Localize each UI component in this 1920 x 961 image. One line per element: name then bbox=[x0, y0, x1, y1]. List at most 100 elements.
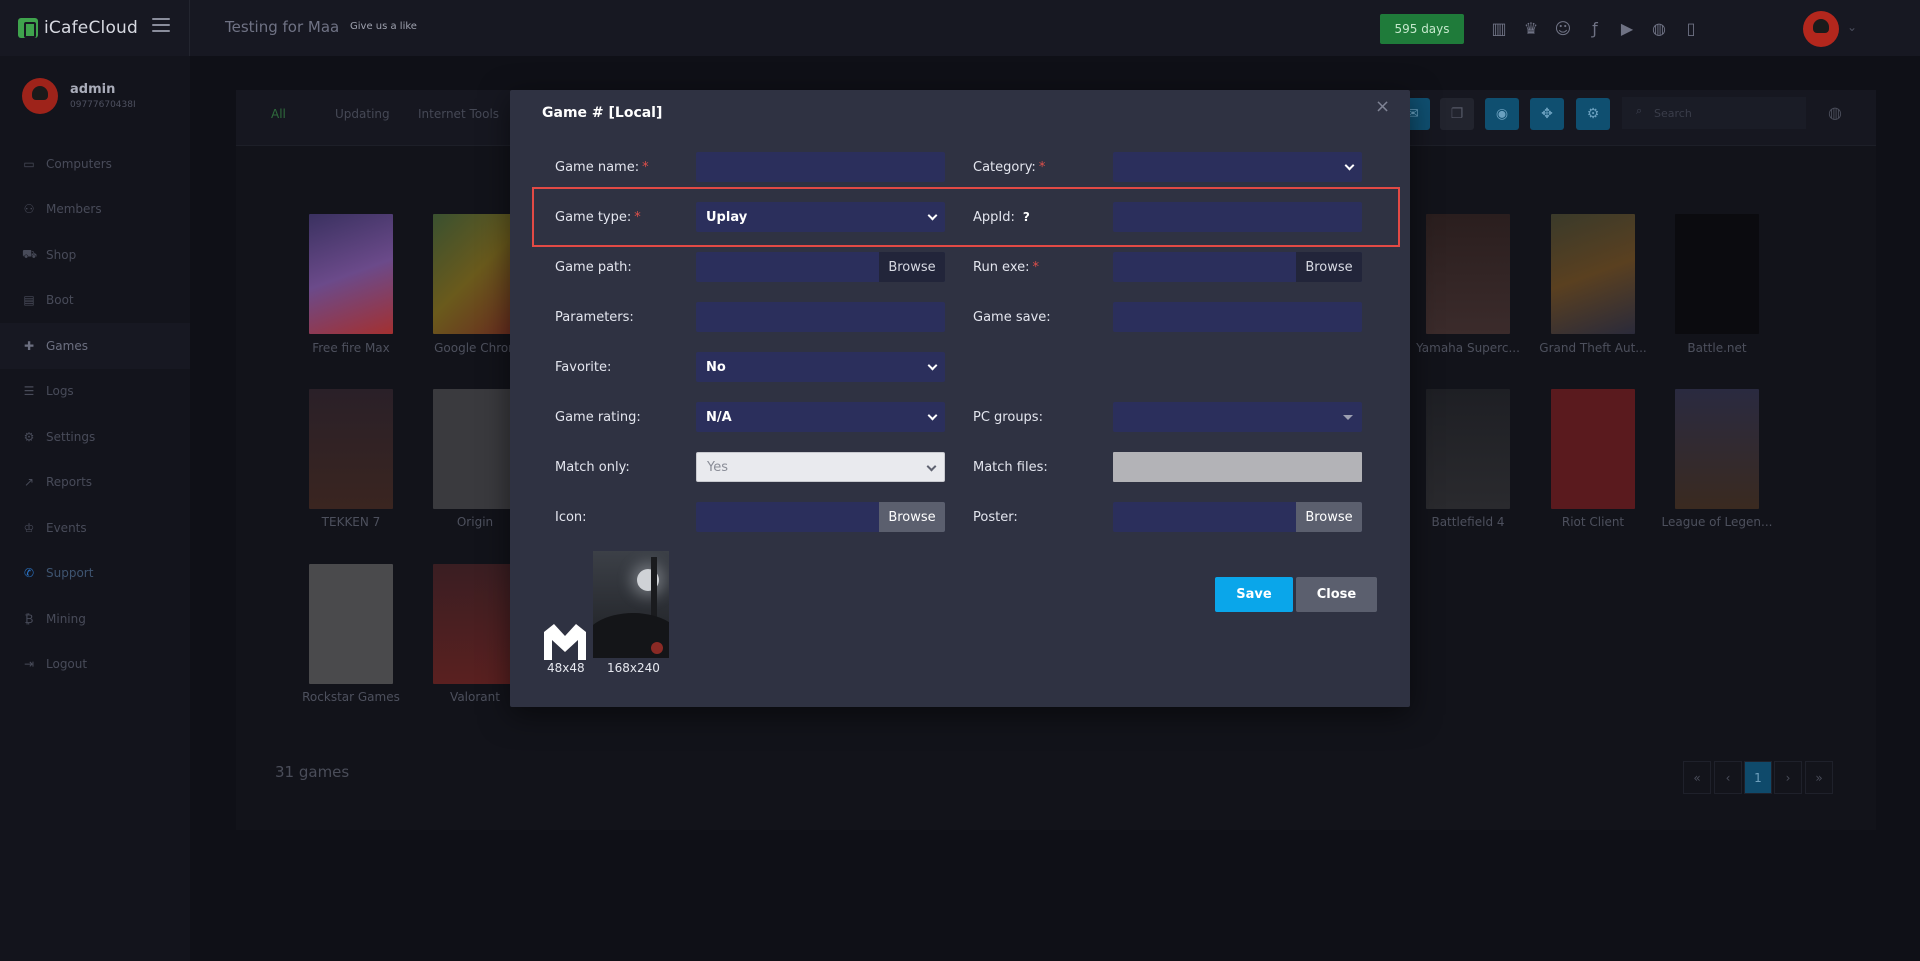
chevron-down-icon bbox=[1344, 160, 1355, 171]
favorite-select[interactable]: No bbox=[696, 352, 945, 382]
user-name: admin bbox=[70, 82, 116, 97]
parameters-input[interactable] bbox=[696, 302, 945, 332]
sidebar-item-computers[interactable]: ▭ Computers bbox=[0, 141, 190, 187]
pager-first[interactable]: « bbox=[1683, 761, 1711, 794]
tab-updating[interactable]: Updating bbox=[335, 107, 390, 121]
sidebar-item-logout[interactable]: ⇥ Logout bbox=[0, 642, 190, 688]
sidebar-item-logs[interactable]: ☰ Logs bbox=[0, 369, 190, 415]
run-exe-browse-button[interactable]: Browse bbox=[1296, 252, 1362, 282]
game-poster-valorant[interactable] bbox=[433, 564, 517, 684]
discord-icon[interactable]: ☺ bbox=[1552, 17, 1574, 39]
sidebar-item-settings[interactable]: ⚙ Settings bbox=[0, 414, 190, 460]
match-files-label: Match files: bbox=[973, 460, 1048, 475]
close-icon[interactable]: × bbox=[1375, 96, 1390, 117]
game-poster-google-chrome[interactable] bbox=[433, 214, 517, 334]
sidebar-item-members[interactable]: ⚇ Members bbox=[0, 187, 190, 233]
eye-icon[interactable]: ◉ bbox=[1485, 98, 1519, 130]
pager-next[interactable]: › bbox=[1774, 761, 1802, 794]
like-link[interactable]: Give us a like bbox=[350, 21, 417, 32]
game-poster-tekken[interactable] bbox=[309, 389, 393, 509]
pager-prev[interactable]: ‹ bbox=[1714, 761, 1742, 794]
game-poster-battlefield[interactable] bbox=[1426, 389, 1510, 509]
trophy-icon[interactable]: ♛ bbox=[1520, 17, 1542, 39]
gear-icon: ⚙ bbox=[23, 429, 35, 444]
game-path-browse-button[interactable]: Browse bbox=[879, 252, 945, 282]
sidebar-item-label: Games bbox=[46, 338, 88, 353]
game-path-input[interactable]: Browse bbox=[696, 252, 945, 282]
required-mark: * bbox=[642, 160, 649, 175]
hamburger-menu-icon[interactable] bbox=[152, 18, 170, 34]
sidebar-item-label: Computers bbox=[46, 156, 112, 171]
page-title: Testing for Maa bbox=[225, 18, 340, 36]
category-select[interactable] bbox=[1113, 152, 1362, 182]
youtube-icon[interactable]: ▶ bbox=[1616, 17, 1638, 39]
sidebar-item-events[interactable]: ♔ Events bbox=[0, 505, 190, 551]
brand[interactable]: iCafeCloud bbox=[18, 18, 138, 38]
chevron-down-icon bbox=[926, 461, 937, 472]
copy-icon[interactable]: ❐ bbox=[1440, 98, 1474, 130]
book-icon[interactable]: ▯ bbox=[1680, 17, 1702, 39]
match-only-select[interactable]: Yes bbox=[696, 452, 945, 482]
required-mark: * bbox=[1038, 160, 1046, 175]
game-poster-origin[interactable] bbox=[433, 389, 517, 509]
search-icon: ⌕ bbox=[1636, 104, 1643, 117]
save-button[interactable]: Save bbox=[1215, 577, 1293, 612]
pc-groups-label: PC groups: bbox=[973, 410, 1043, 425]
help-icon[interactable]: ? bbox=[1023, 210, 1030, 224]
cart-icon: ⛟ bbox=[22, 246, 38, 261]
sidebar-item-boot[interactable]: ▤ Boot bbox=[0, 278, 190, 324]
poster-tower bbox=[651, 557, 657, 617]
pager-current[interactable]: 1 bbox=[1744, 761, 1772, 794]
users-icon: ⚇ bbox=[23, 202, 35, 217]
sidebar-item-games[interactable]: ✚ Games bbox=[0, 323, 190, 369]
sidebar-item-label: Reports bbox=[46, 475, 93, 490]
icon-input[interactable]: Browse bbox=[696, 502, 945, 532]
pager-last[interactable]: » bbox=[1805, 761, 1833, 794]
game-poster-rockstar[interactable] bbox=[309, 564, 393, 684]
chevron-down-icon bbox=[927, 360, 938, 371]
poster-input[interactable]: Browse bbox=[1113, 502, 1362, 532]
sidebar-item-shop[interactable]: ⛟ Shop bbox=[0, 232, 190, 278]
game-title: Grand Theft Aut... bbox=[1539, 341, 1647, 355]
globe-icon[interactable]: ◍ bbox=[1648, 17, 1670, 39]
icon-browse-button[interactable]: Browse bbox=[879, 502, 945, 532]
header-icon-group: ▥ ♛ ☺ ƒ ▶ ◍ ▯ bbox=[1488, 17, 1702, 39]
license-days-badge[interactable]: 595 days bbox=[1380, 14, 1464, 44]
tab-all[interactable]: All bbox=[271, 107, 286, 121]
appid-input[interactable] bbox=[1113, 202, 1362, 232]
run-exe-input[interactable]: Browse bbox=[1113, 252, 1362, 282]
game-poster-riot[interactable] bbox=[1551, 389, 1635, 509]
caret-down-icon bbox=[1343, 415, 1353, 420]
tab-internet-tools[interactable]: Internet Tools bbox=[418, 107, 499, 121]
sidebar-item-label: Settings bbox=[46, 429, 96, 444]
game-poster-free-fire[interactable] bbox=[309, 214, 393, 334]
sidebar-item-label: Shop bbox=[46, 247, 77, 262]
pc-groups-select[interactable] bbox=[1113, 402, 1362, 432]
language-globe-icon[interactable]: ◍ bbox=[1828, 103, 1842, 122]
close-button[interactable]: Close bbox=[1296, 577, 1377, 612]
poster-size-caption: 168x240 bbox=[607, 661, 660, 675]
facebook-icon[interactable]: ƒ bbox=[1584, 17, 1606, 39]
sidebar-item-reports[interactable]: ↗ Reports bbox=[0, 460, 190, 506]
game-poster-yamaha[interactable] bbox=[1426, 214, 1510, 334]
game-poster-league[interactable] bbox=[1675, 389, 1759, 509]
game-poster-gta[interactable] bbox=[1551, 214, 1635, 334]
header-avatar[interactable] bbox=[1803, 11, 1839, 47]
game-type-select[interactable]: Uplay bbox=[696, 202, 945, 232]
user-profile[interactable]: admin 09777670438I bbox=[22, 78, 136, 114]
poster-browse-button[interactable]: Browse bbox=[1296, 502, 1362, 532]
leaderboard-icon[interactable]: ▥ bbox=[1488, 17, 1510, 39]
appid-label: AppId:? bbox=[973, 210, 1030, 225]
settings-tool-icon[interactable]: ⚙ bbox=[1576, 98, 1610, 130]
sidebar-item-label: Boot bbox=[46, 293, 74, 308]
game-save-input[interactable] bbox=[1113, 302, 1362, 332]
sidebar-item-support[interactable]: ✆ Support bbox=[0, 551, 190, 597]
game-title: TEKKEN 7 bbox=[321, 515, 381, 529]
search-input[interactable]: Search bbox=[1622, 97, 1806, 129]
game-poster-battle-net[interactable] bbox=[1675, 214, 1759, 334]
game-name-input[interactable] bbox=[696, 152, 945, 182]
sidebar-item-mining[interactable]: ₿ Mining bbox=[0, 596, 190, 642]
game-rating-select[interactable]: N/A bbox=[696, 402, 945, 432]
move-icon[interactable]: ✥ bbox=[1530, 98, 1564, 130]
chevron-down-icon[interactable]: ⌄ bbox=[1847, 20, 1857, 34]
